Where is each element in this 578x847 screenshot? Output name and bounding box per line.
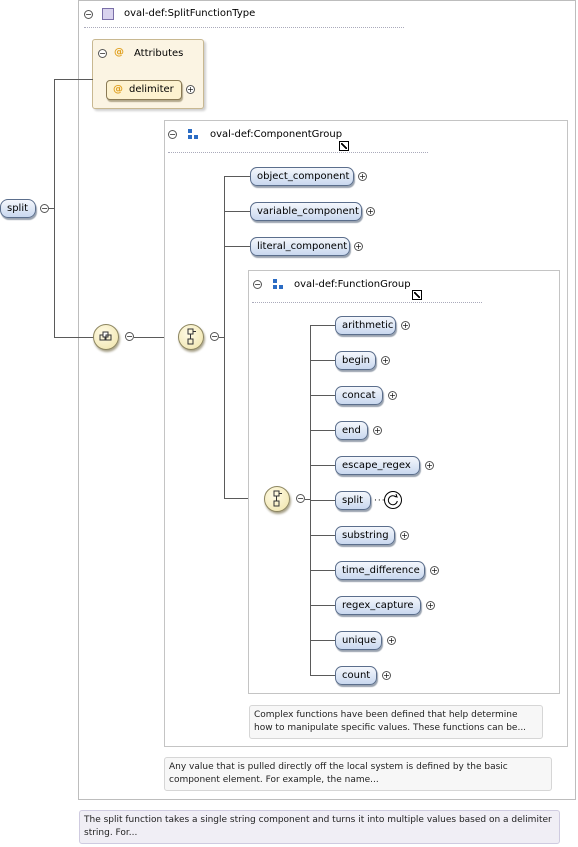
connector	[310, 605, 335, 606]
expand-literal-component-toggle[interactable]: +	[354, 242, 363, 251]
collapse-attributes-toggle[interactable]: −	[98, 49, 107, 58]
connector	[224, 176, 250, 177]
function-group-note: Complex functions have been defined that…	[249, 705, 543, 739]
connector	[310, 395, 335, 396]
sequence-icon	[99, 331, 112, 341]
connector	[310, 535, 335, 536]
element-arithmetic[interactable]: arithmetic	[335, 316, 396, 335]
connector	[224, 211, 250, 212]
element-split-recursive[interactable]: split	[335, 491, 371, 510]
element-unique[interactable]: unique	[335, 631, 382, 650]
collapse-sequence-toggle[interactable]: −	[125, 332, 134, 341]
circular-arrow-icon	[387, 493, 398, 506]
element-regex-capture[interactable]: regex_capture	[335, 596, 421, 615]
expand-regex-capture-toggle[interactable]: +	[426, 601, 435, 610]
connector	[224, 176, 225, 499]
title-underline	[168, 152, 428, 154]
connector	[310, 465, 335, 466]
connector	[54, 337, 94, 338]
attribute-label: delimiter	[129, 84, 174, 95]
element-count[interactable]: count	[335, 666, 377, 685]
expand-escape-regex-toggle[interactable]: +	[425, 461, 434, 470]
choice-compositor[interactable]	[264, 486, 290, 512]
expand-begin-toggle[interactable]: +	[381, 356, 390, 365]
recursion-icon[interactable]	[384, 491, 402, 509]
connector	[224, 246, 250, 247]
component-group-note: Any value that is pulled directly off th…	[164, 757, 552, 791]
go-to-definition-icon[interactable]	[339, 141, 349, 151]
expand-concat-toggle[interactable]: +	[388, 391, 397, 400]
expand-end-toggle[interactable]: +	[373, 426, 382, 435]
expand-arithmetic-toggle[interactable]: +	[401, 321, 410, 330]
attribute-icon: @	[114, 47, 124, 58]
collapse-function-group-toggle[interactable]: −	[253, 280, 262, 289]
element-escape-regex[interactable]: escape_regex	[335, 456, 420, 475]
expand-unique-toggle[interactable]: +	[387, 636, 396, 645]
split-note: The split function takes a single string…	[79, 810, 560, 844]
collapse-root-toggle[interactable]: −	[40, 204, 49, 213]
element-substring[interactable]: substring	[335, 526, 395, 545]
collapse-choice-toggle[interactable]: −	[296, 494, 305, 503]
connector	[310, 570, 335, 571]
title-underline	[252, 302, 482, 304]
collapse-component-group-toggle[interactable]: −	[168, 130, 177, 139]
element-end[interactable]: end	[335, 421, 368, 440]
connector	[54, 79, 93, 80]
expand-variable-component-toggle[interactable]: +	[366, 207, 375, 216]
element-variable-component[interactable]: variable_component	[250, 202, 362, 221]
function-group-title: oval-def:FunctionGroup	[294, 279, 411, 290]
attribute-icon: @	[113, 84, 123, 95]
element-time-difference[interactable]: time_difference	[335, 561, 425, 580]
element-object-component[interactable]: object_component	[250, 167, 354, 186]
complex-type-icon	[102, 8, 114, 20]
group-icon	[273, 279, 283, 289]
expand-time-difference-toggle[interactable]: +	[430, 566, 439, 575]
connector	[310, 325, 335, 326]
sequence-compositor[interactable]	[93, 324, 119, 350]
connector	[54, 79, 55, 338]
expand-object-component-toggle[interactable]: +	[358, 172, 367, 181]
expand-delimiter-toggle[interactable]: +	[186, 85, 195, 94]
go-to-definition-icon[interactable]	[412, 290, 422, 300]
attributes-title: Attributes	[134, 48, 184, 59]
connector	[310, 500, 335, 501]
function-group-box	[248, 270, 560, 694]
choice-compositor[interactable]	[178, 324, 204, 350]
group-icon	[188, 129, 198, 139]
connector	[310, 675, 335, 676]
choice-icon	[187, 328, 196, 345]
expand-count-toggle[interactable]: +	[382, 671, 391, 680]
element-begin[interactable]: begin	[335, 351, 376, 370]
element-concat[interactable]: concat	[335, 386, 383, 405]
connector	[310, 360, 335, 361]
collapse-choice-toggle[interactable]: −	[210, 332, 219, 341]
collapse-type-toggle[interactable]: −	[84, 10, 93, 19]
choice-icon	[273, 490, 282, 507]
connector	[310, 430, 335, 431]
root-element-split[interactable]: split	[0, 199, 36, 218]
connector	[310, 640, 335, 641]
component-group-title: oval-def:ComponentGroup	[210, 129, 343, 140]
split-function-type-title: oval-def:SplitFunctionType	[124, 8, 256, 19]
expand-substring-toggle[interactable]: +	[400, 531, 409, 540]
title-underline	[84, 27, 404, 29]
element-literal-component[interactable]: literal_component	[250, 237, 350, 256]
attribute-delimiter[interactable]: @ delimiter	[106, 80, 182, 100]
